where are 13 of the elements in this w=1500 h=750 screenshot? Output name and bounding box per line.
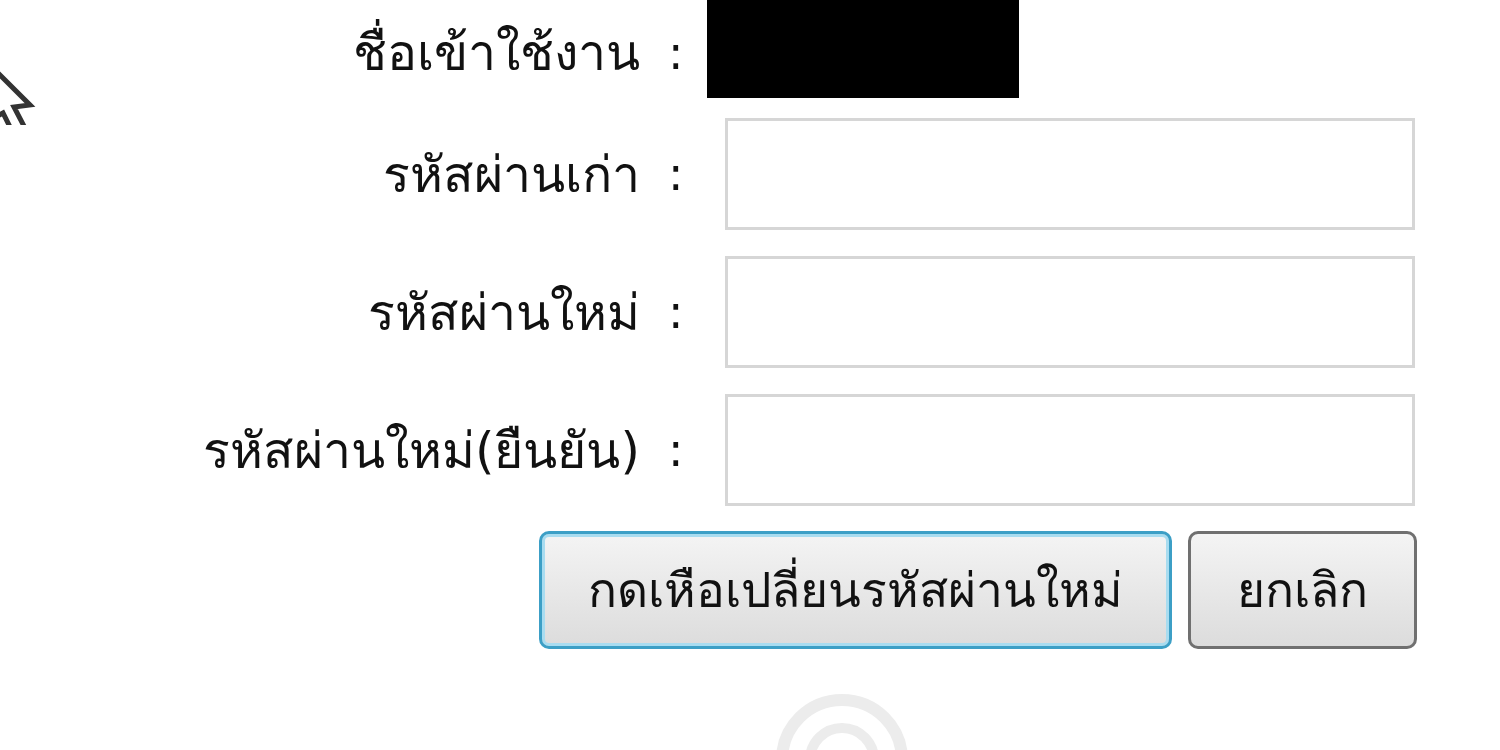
password-field[interactable] — [725, 256, 1415, 368]
change-password-button[interactable]: กดเหือเปลี่ยนรหัสผ่านใหม่ — [539, 531, 1172, 649]
field-label: รหัสผ่านเก่า — [383, 144, 640, 206]
colon: : — [667, 25, 685, 80]
password-field[interactable] — [725, 394, 1415, 506]
colon: : — [667, 285, 685, 339]
colon: : — [667, 423, 685, 477]
colon: : — [667, 147, 685, 201]
password-field[interactable] — [725, 118, 1415, 230]
field-label: ชื่อเข้าใช้งาน — [353, 13, 640, 92]
field-label: รหัสผ่านใหม่(ยืนยัน) — [203, 420, 640, 482]
field-label: รหัสผ่านใหม่ — [368, 282, 640, 344]
cancel-button[interactable]: ยกเลิก — [1188, 531, 1417, 649]
